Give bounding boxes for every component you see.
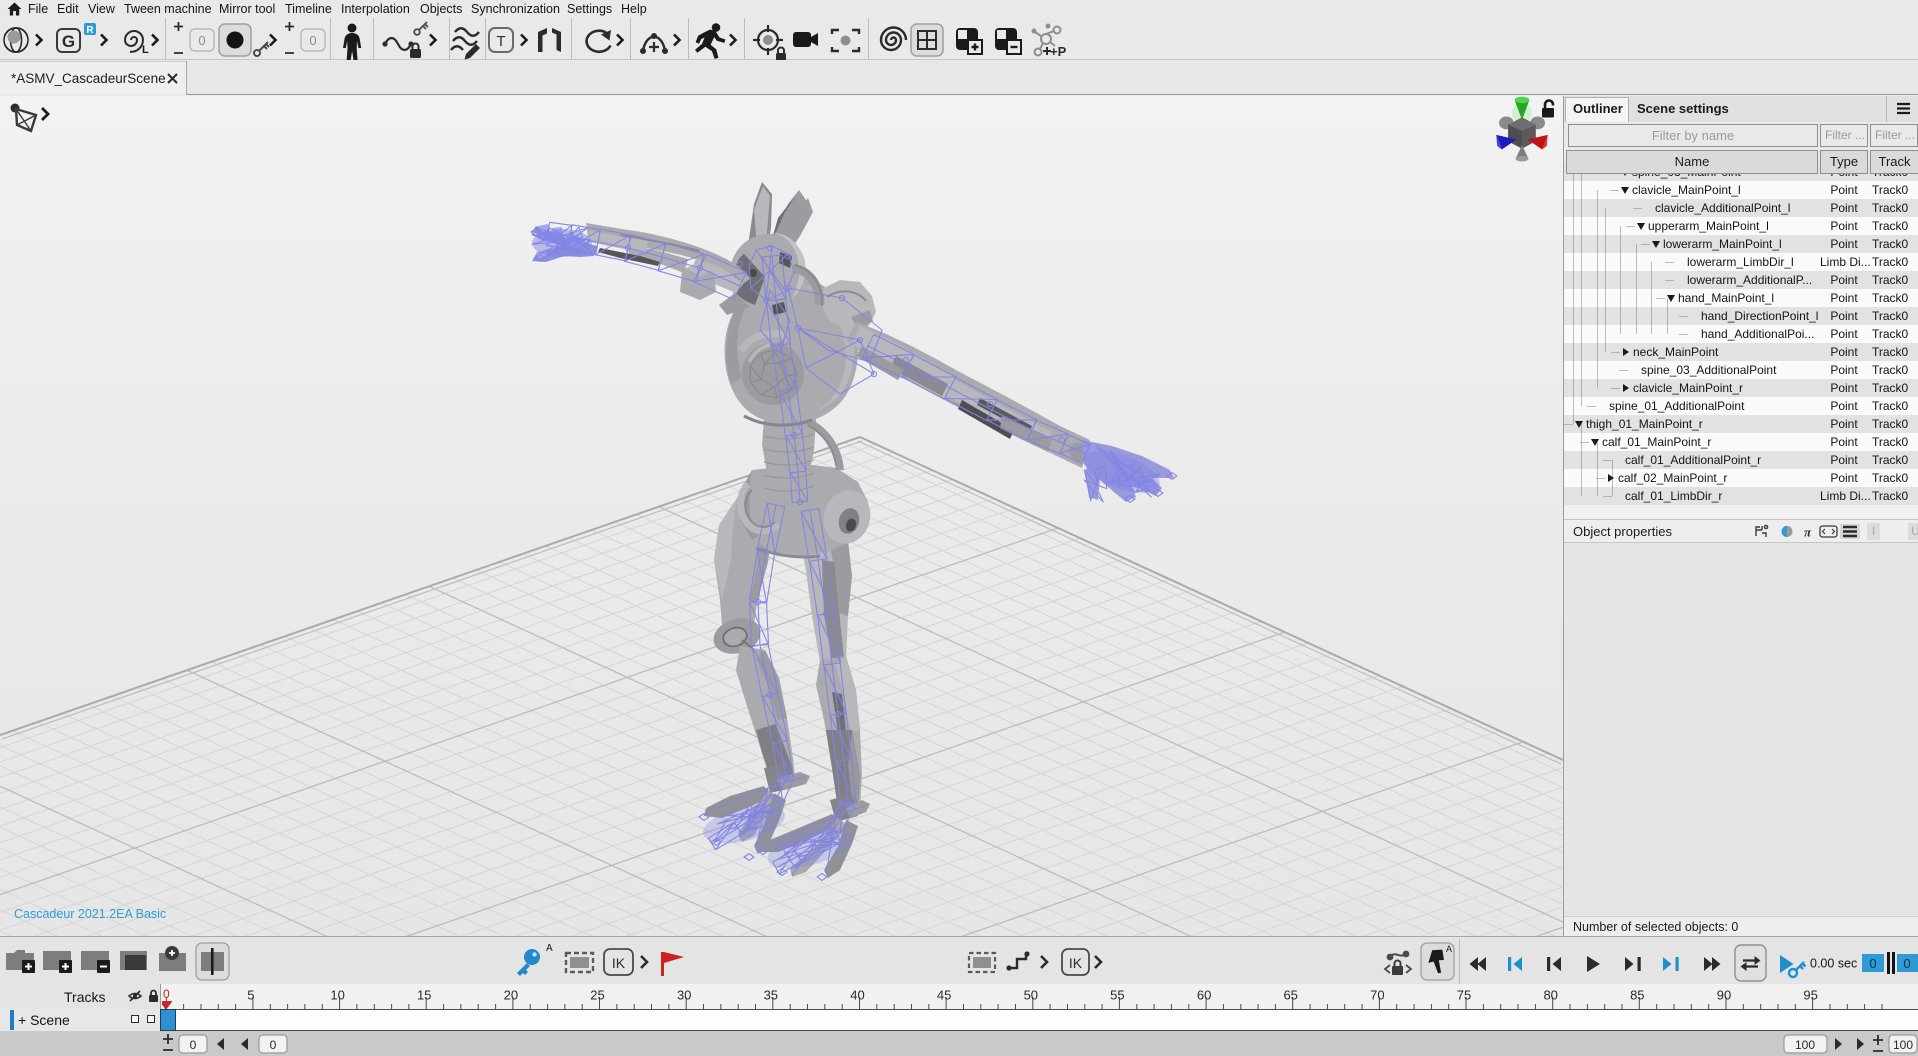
svg-text:50: 50	[1024, 988, 1038, 1003]
svg-text:0: 0	[1903, 956, 1910, 971]
svg-text:0: 0	[270, 1038, 277, 1052]
svg-text:0: 0	[1869, 956, 1876, 971]
svg-text:20: 20	[504, 988, 518, 1003]
svg-text:10: 10	[330, 988, 344, 1003]
svg-text:L: L	[142, 44, 149, 56]
svg-text:25: 25	[590, 988, 604, 1003]
svg-text:75: 75	[1457, 988, 1471, 1003]
svg-text:100: 100	[1893, 1038, 1913, 1052]
svg-text:T: T	[496, 33, 505, 50]
svg-text:+P: +P	[1050, 44, 1067, 59]
svg-text:0: 0	[190, 1038, 197, 1052]
svg-text:0: 0	[163, 987, 170, 1001]
svg-text:100: 100	[1795, 1038, 1815, 1052]
svg-text:90: 90	[1717, 988, 1731, 1003]
svg-text:85: 85	[1630, 988, 1644, 1003]
svg-text:80: 80	[1543, 988, 1557, 1003]
svg-text:0: 0	[309, 33, 316, 48]
svg-text:40: 40	[850, 988, 864, 1003]
svg-text:65: 65	[1283, 988, 1297, 1003]
svg-text:A: A	[546, 943, 553, 954]
svg-text:5: 5	[247, 988, 254, 1003]
svg-text:IK: IK	[612, 955, 626, 971]
svg-text:30: 30	[677, 988, 691, 1003]
svg-text:45: 45	[937, 988, 951, 1003]
svg-text:π: π	[1804, 525, 1812, 540]
svg-text:Cascadeur 2021.2EA Basic: Cascadeur 2021.2EA Basic	[14, 907, 166, 921]
svg-text:A: A	[1446, 944, 1452, 954]
svg-text:95: 95	[1803, 988, 1817, 1003]
svg-text:G: G	[62, 32, 75, 51]
svg-text:70: 70	[1370, 988, 1384, 1003]
svg-text:R: R	[86, 25, 94, 36]
svg-text:0: 0	[198, 33, 205, 48]
svg-text:60: 60	[1197, 988, 1211, 1003]
svg-text:15: 15	[417, 988, 431, 1003]
svg-text:55: 55	[1110, 988, 1124, 1003]
svg-text:0.00 sec: 0.00 sec	[1810, 957, 1857, 971]
svg-text:IK: IK	[1069, 955, 1083, 971]
svg-text:35: 35	[764, 988, 778, 1003]
